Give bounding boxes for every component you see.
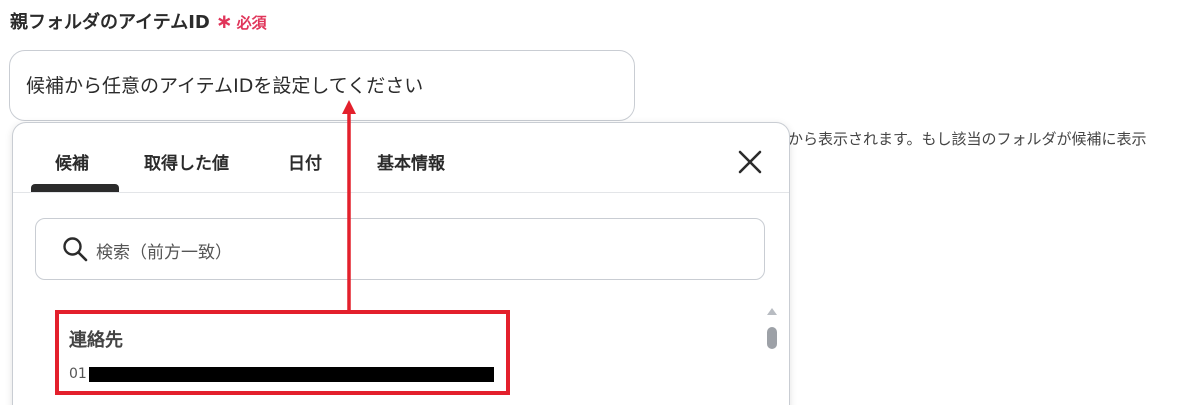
popup-tabs: 候補 取得した値 日付 基本情報 [13,123,789,193]
field-label-text: 親フォルダのアイテムID [10,12,210,33]
tab-retrieved-values[interactable]: 取得した値 [144,149,229,174]
search-placeholder: 検索（前方一致） [96,243,232,263]
scrollbar-thumb[interactable] [767,327,777,349]
field-label: 親フォルダのアイテムID ∗ 必須 [10,8,267,34]
close-icon [738,150,762,174]
suggestion-popup: 候補 取得した値 日付 基本情報 検索（前方一致） 連絡先 01 [12,122,790,405]
list-item-title: 連絡先 [69,330,123,351]
list-item[interactable]: 連絡先 01 [55,310,510,395]
tab-candidates[interactable]: 候補 [55,149,89,174]
close-button[interactable] [735,147,765,177]
search-input[interactable]: 検索（前方一致） [35,218,765,280]
help-text: から表示されます。もし該当のフォルダが候補に表示 [788,130,1147,148]
active-tab-indicator [31,184,119,192]
list-item-id: 01 [69,366,87,382]
redacted-id [89,367,494,382]
scroll-up-arrow-icon[interactable] [767,308,777,315]
tab-basic-info[interactable]: 基本情報 [377,149,445,174]
scrollbar[interactable] [763,308,781,405]
tab-date[interactable]: 日付 [288,149,322,174]
search-icon [63,237,88,262]
item-id-input-placeholder: 候補から任意のアイテムIDを設定してください [26,75,424,97]
item-id-input[interactable]: 候補から任意のアイテムIDを設定してください [9,50,635,121]
required-asterisk: ∗ [215,9,233,33]
required-badge: 必須 [236,14,267,32]
